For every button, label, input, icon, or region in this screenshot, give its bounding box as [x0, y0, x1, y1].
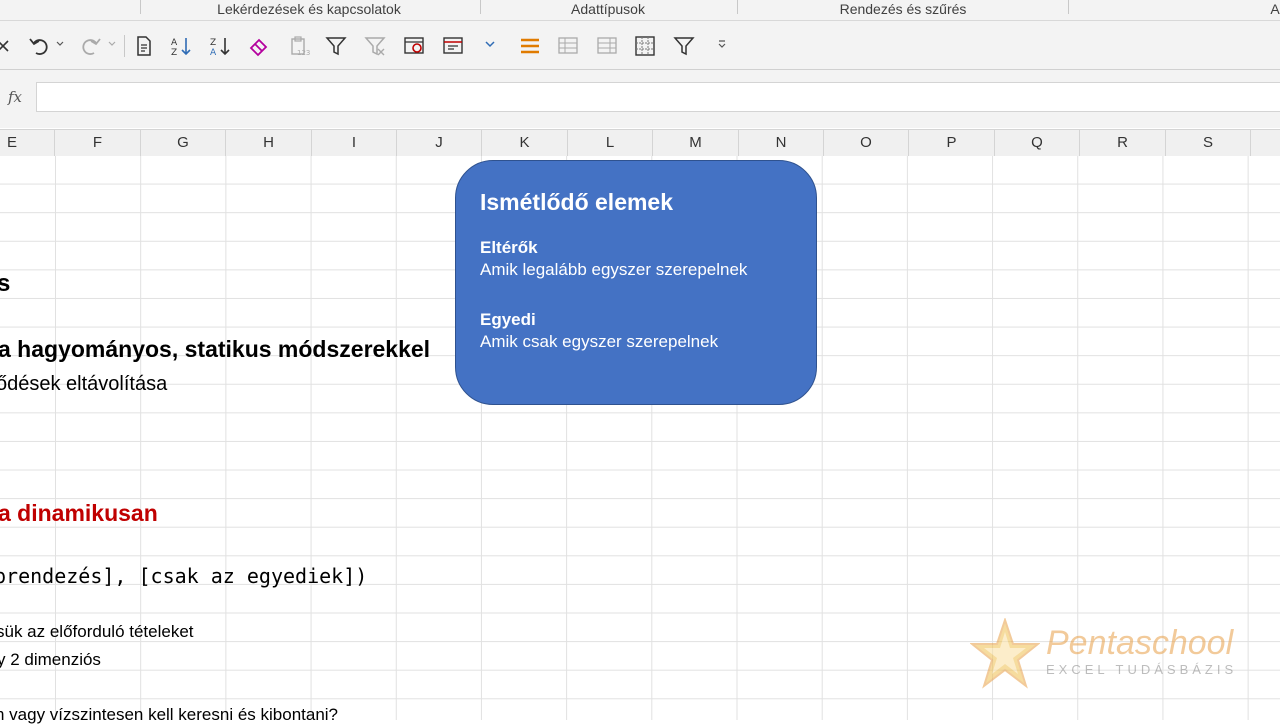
- column-header-r[interactable]: R: [1080, 130, 1166, 156]
- paste-values-icon[interactable]: 123: [286, 33, 312, 59]
- svg-text:Z: Z: [171, 48, 177, 57]
- clear-filter-icon[interactable]: [362, 33, 388, 59]
- column-header-f[interactable]: F: [55, 130, 141, 156]
- undo-icon[interactable]: [26, 33, 52, 59]
- document-properties-icon[interactable]: [131, 33, 157, 59]
- cell-text-row14[interactable]: sük az előforduló tételeket: [0, 622, 194, 642]
- callout-section1-title: Eltérők: [480, 238, 538, 257]
- ribbon-separator: [1068, 0, 1069, 14]
- column-header-i[interactable]: I: [312, 130, 397, 156]
- column-headers: E F G H I J K L M N O P Q R S: [0, 129, 1280, 157]
- ribbon-separator: [480, 0, 481, 14]
- callout-section2-text: Amik csak egyszer szerepelnek: [480, 332, 719, 351]
- column-header-m[interactable]: M: [653, 130, 739, 156]
- column-header-t-partial[interactable]: [1251, 130, 1280, 156]
- svg-text:123: 123: [297, 49, 310, 57]
- column-header-g[interactable]: G: [141, 130, 226, 156]
- redo-icon[interactable]: [78, 33, 104, 59]
- column-header-e[interactable]: E: [0, 130, 55, 156]
- cell-text-row10[interactable]: a dinamikusan: [0, 500, 158, 527]
- ribbon-separator: [140, 0, 141, 14]
- grid-icon[interactable]: [632, 33, 658, 59]
- formula-bar-area: fx: [0, 70, 1280, 128]
- quick-access-toolbar: AZ ZA 123: [0, 21, 1280, 70]
- cell-text-row5[interactable]: a hagyományos, statikus módszerekkel: [0, 336, 430, 363]
- cell-text-row6[interactable]: ődések eltávolítása: [0, 373, 167, 396]
- column-header-h[interactable]: H: [226, 130, 312, 156]
- undo-dropdown-icon[interactable]: [55, 39, 65, 49]
- callout-shape[interactable]: Ismétlődő elemek Eltérők Amik legalább e…: [455, 160, 817, 405]
- formula-input[interactable]: [36, 82, 1280, 112]
- toolbar-separator: [124, 35, 125, 57]
- cell-text-row17[interactable]: n vagy vízszintesen kell keresni és kibo…: [0, 705, 338, 725]
- eraser-icon[interactable]: [246, 33, 272, 59]
- ribbon-separator: [737, 0, 738, 14]
- logo-name: Pentaschool: [1046, 624, 1234, 662]
- toggle-icon[interactable]: [440, 33, 466, 59]
- callout-title: Ismétlődő elemek: [480, 189, 674, 215]
- callout-section2-title: Egyedi: [480, 310, 536, 329]
- column-header-l[interactable]: L: [568, 130, 653, 156]
- filter-icon[interactable]: [323, 33, 349, 59]
- filter-icon-2[interactable]: [671, 33, 697, 59]
- callout-section1-text: Amik legalább egyszer szerepelnek: [480, 260, 748, 279]
- logo-tagline: EXCEL TUDÁSBÁZIS: [1046, 662, 1238, 677]
- star-logo-icon: [969, 616, 1041, 689]
- svg-text:A: A: [171, 38, 178, 48]
- column-header-n[interactable]: N: [739, 130, 824, 156]
- group-lines-icon[interactable]: [517, 33, 543, 59]
- column-header-q[interactable]: Q: [995, 130, 1080, 156]
- more-chevron-icon[interactable]: [485, 39, 495, 49]
- table-icon-1[interactable]: [555, 33, 581, 59]
- cell-text-row15[interactable]: y 2 dimenziós: [0, 650, 101, 670]
- sort-ascending-icon[interactable]: AZ: [168, 33, 194, 59]
- svg-text:Z: Z: [210, 38, 216, 48]
- pentaschool-logo: Pentaschool EXCEL TUDÁSBÁZIS: [969, 616, 1240, 690]
- customize-toolbar-icon[interactable]: [717, 39, 727, 49]
- column-header-j[interactable]: J: [397, 130, 482, 156]
- ribbon-group-labels: Lekérdezések és kapcsolatok Adattípusok …: [0, 0, 1280, 21]
- cell-text-row12[interactable]: prendezés], [csak az egyediek]): [0, 564, 367, 588]
- redo-dropdown-icon[interactable]: [107, 39, 117, 49]
- close-icon[interactable]: [0, 33, 16, 59]
- ribbon-group-queries-connections[interactable]: Lekérdezések és kapcsolatok: [217, 1, 401, 17]
- column-header-k[interactable]: K: [482, 130, 568, 156]
- ribbon-group-partial[interactable]: A: [1270, 1, 1279, 17]
- table-icon-2[interactable]: [594, 33, 620, 59]
- sort-descending-icon[interactable]: ZA: [207, 33, 233, 59]
- column-header-p[interactable]: P: [909, 130, 995, 156]
- column-header-o[interactable]: O: [824, 130, 909, 156]
- ribbon-group-data-types[interactable]: Adattípusok: [571, 1, 645, 17]
- insert-function-button[interactable]: fx: [0, 82, 30, 112]
- column-header-s[interactable]: S: [1166, 130, 1251, 156]
- ribbon-group-sort-filter[interactable]: Rendezés és szűrés: [840, 1, 967, 17]
- cell-text-row3[interactable]: s: [0, 270, 10, 298]
- svg-text:A: A: [210, 48, 217, 57]
- form-icon[interactable]: [401, 33, 427, 59]
